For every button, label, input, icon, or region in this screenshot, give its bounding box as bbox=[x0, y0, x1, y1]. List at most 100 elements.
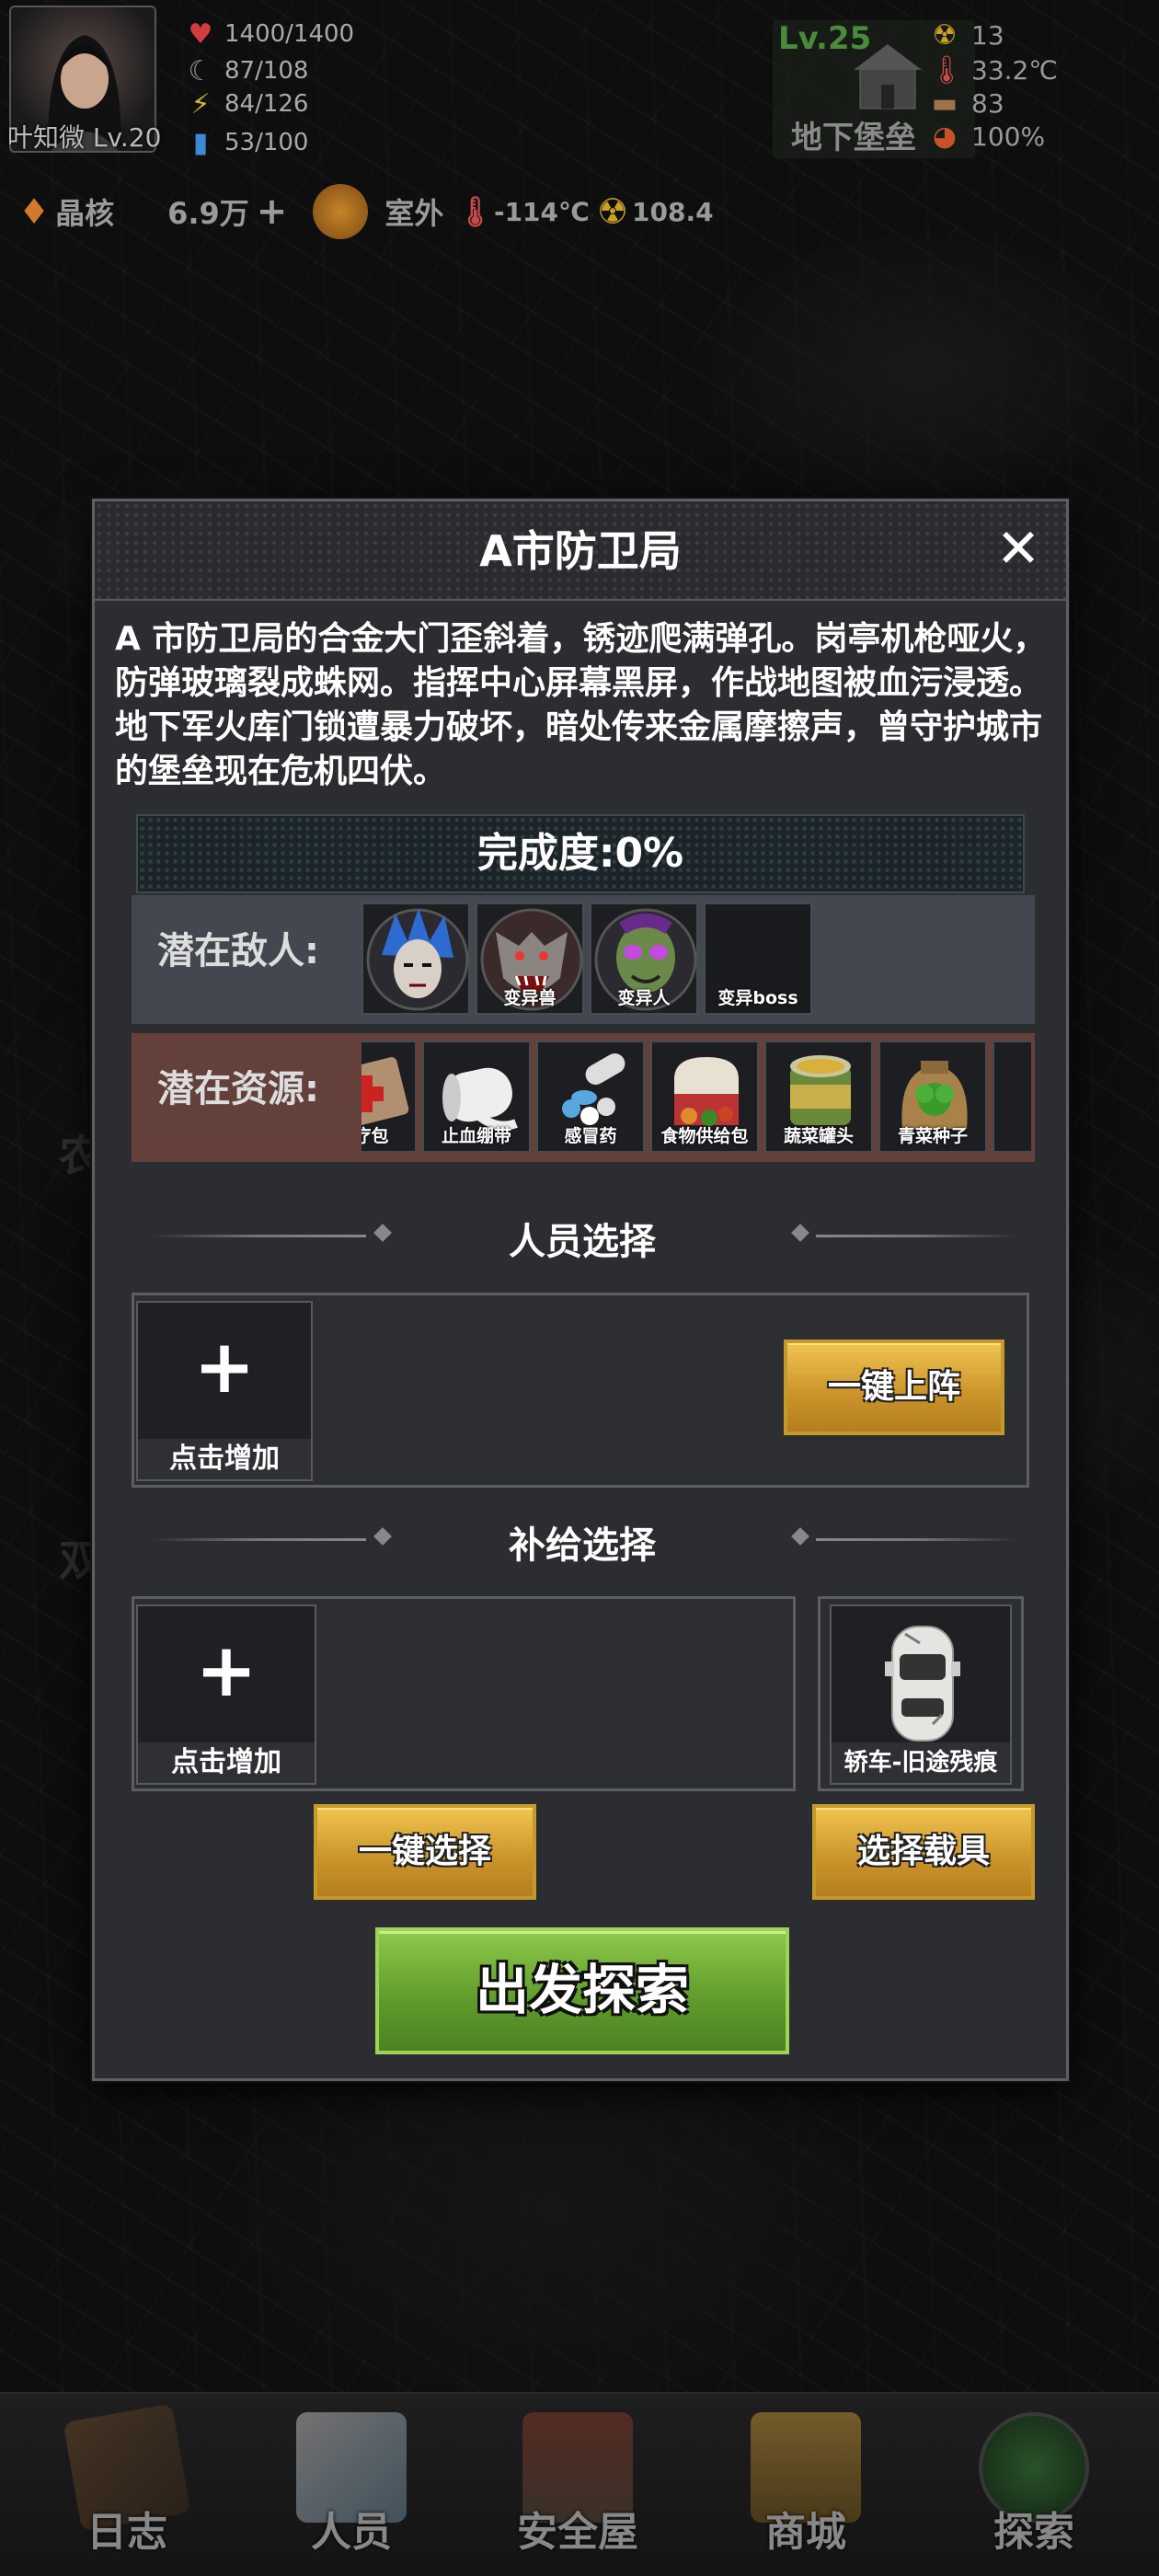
bunker-icon bbox=[854, 44, 922, 109]
add-crystal-icon[interactable]: + bbox=[257, 190, 288, 233]
depart-explore-button[interactable]: 出发探索 bbox=[375, 1927, 789, 2054]
thermometer-icon: 🌡 bbox=[929, 53, 965, 86]
select-vehicle-button[interactable]: 选择载具 bbox=[812, 1804, 1035, 1900]
personnel-panel: + 点击增加 一键上阵 bbox=[132, 1293, 1029, 1488]
nav-explore[interactable]: 探索 bbox=[951, 2412, 1117, 2569]
energy-stat: ⚡ 84/126 bbox=[184, 87, 308, 121]
nav-shop-label: 商城 bbox=[765, 2509, 846, 2556]
nav-personnel-label: 人员 bbox=[311, 2509, 392, 2556]
divider-line bbox=[816, 1538, 1018, 1541]
supply-panel: + 点击增加 bbox=[132, 1596, 796, 1791]
plus-icon: + bbox=[195, 1627, 258, 1713]
divider-line bbox=[816, 1235, 1018, 1237]
sedan-car-icon bbox=[885, 1626, 960, 1742]
completion-progress: 完成度:0% bbox=[136, 814, 1025, 893]
water-value: 53/100 bbox=[224, 129, 309, 156]
add-supply-slot[interactable]: + 点击增加 bbox=[136, 1604, 316, 1785]
energy-icon: ⚡ bbox=[190, 87, 211, 121]
resource-slot[interactable]: 青菜种子 bbox=[878, 1041, 987, 1153]
resource-name: 食物供给包 bbox=[660, 1126, 749, 1146]
bread-icon: ▬ bbox=[931, 86, 958, 120]
auto-select-button[interactable]: 一键选择 bbox=[314, 1804, 536, 1900]
supply-section-header: 补给选择 bbox=[150, 1512, 1018, 1567]
enemy-name: 变异boss bbox=[717, 988, 798, 1008]
personnel-section-header: 人员选择 bbox=[150, 1208, 1018, 1263]
enemies-label: 潜在敌人: bbox=[157, 930, 319, 972]
add-personnel-label: 点击增加 bbox=[138, 1439, 311, 1479]
pie-icon: ◕ bbox=[932, 120, 958, 153]
personnel-title: 人员选择 bbox=[509, 1221, 656, 1263]
auto-deploy-label: 一键上阵 bbox=[827, 1368, 960, 1406]
resource-slot[interactable] bbox=[993, 1041, 1031, 1153]
resource-name: 止血绷带 bbox=[441, 1126, 511, 1146]
thermometer-icon: 🌡 bbox=[456, 194, 494, 229]
player-name-level: 叶知微 Lv.20 bbox=[7, 122, 162, 153]
env-power-value: 100% bbox=[971, 121, 1046, 152]
radiation-icon: ☢ bbox=[932, 18, 958, 52]
nav-personnel[interactable]: 人员 bbox=[269, 2412, 434, 2569]
resource-slot[interactable]: 蔬菜罐头 bbox=[764, 1041, 873, 1153]
enemy-slot[interactable]: 变异boss bbox=[704, 903, 812, 1015]
potential-resources-row: 潜在资源: 医疗包 止血绷带 bbox=[132, 1033, 1035, 1162]
enemy-slot[interactable]: 变异人 bbox=[590, 903, 698, 1015]
enemy-name: 变异人 bbox=[617, 988, 671, 1008]
supply-title: 补给选择 bbox=[509, 1524, 656, 1567]
resource-slot[interactable]: 止血绷带 bbox=[422, 1041, 531, 1153]
nav-journal-label: 日志 bbox=[86, 2509, 167, 2556]
outdoor-radiation: 108.4 bbox=[632, 196, 714, 227]
outdoor-temperature: -114℃ bbox=[493, 196, 590, 227]
vehicle-panel[interactable]: 轿车-旧途残痕 bbox=[818, 1596, 1024, 1791]
bottom-navigation: 日志 人员 安全屋 商城 探索 bbox=[0, 2392, 1159, 2576]
resource-slot[interactable]: 医疗包 bbox=[361, 1041, 417, 1153]
resource-name: 医疗包 bbox=[361, 1126, 389, 1146]
water-icon: ▮ bbox=[192, 126, 209, 159]
modal-header: A市防卫局 ✕ bbox=[95, 501, 1066, 601]
resources-label: 潜在资源: bbox=[157, 1068, 319, 1110]
env-radiation: ☢ 13 bbox=[929, 18, 1004, 52]
location-description: A 市防卫局的合金大门歪斜着，锈迹爬满弹孔。岗亭机枪哑火，防弹玻璃裂成蛛网。指挥… bbox=[115, 620, 1047, 790]
enemy-slot[interactable]: 变异兽 bbox=[476, 903, 584, 1015]
hunger-value: 87/108 bbox=[224, 57, 309, 85]
nav-safehouse[interactable]: 安全屋 bbox=[495, 2412, 660, 2569]
potential-enemies-row: 潜在敌人: 变异兽 变异人 变异boss bbox=[132, 895, 1035, 1024]
nav-shop[interactable]: 商城 bbox=[723, 2412, 889, 2569]
depart-explore-label: 出发探索 bbox=[475, 1959, 689, 2021]
env-temperature-value: 33.2℃ bbox=[971, 54, 1058, 86]
modal-title: A市防卫局 bbox=[479, 526, 682, 576]
stomach-icon: ☾ bbox=[188, 54, 213, 87]
select-vehicle-label: 选择载具 bbox=[856, 1833, 990, 1870]
resource-slot[interactable]: 食物供给包 bbox=[650, 1041, 759, 1153]
env-power: ◕ 100% bbox=[929, 120, 1045, 153]
crystal-label: 晶核 bbox=[55, 196, 115, 231]
plus-icon: + bbox=[193, 1324, 256, 1409]
resource-bar: ♦ 晶核 6.9万 + 室外 🌡 -114℃ ☢ 108.4 bbox=[18, 182, 714, 241]
vehicle-slot[interactable]: 轿车-旧途残痕 bbox=[830, 1604, 1012, 1785]
add-personnel-slot[interactable]: + 点击增加 bbox=[136, 1301, 313, 1481]
close-icon[interactable]: ✕ bbox=[991, 522, 1046, 577]
env-radiation-value: 13 bbox=[971, 19, 1004, 51]
auto-select-label: 一键选择 bbox=[358, 1833, 491, 1870]
location-modal: A市防卫局 ✕ A 市防卫局的合金大门歪斜着，锈迹爬满弹孔。岗亭机枪哑火，防弹玻… bbox=[92, 499, 1069, 2081]
resource-name: 青菜种子 bbox=[897, 1126, 968, 1146]
water-stat: ▮ 53/100 bbox=[184, 126, 309, 159]
add-supply-label: 点击增加 bbox=[138, 1742, 315, 1783]
heart-icon: ♥ bbox=[188, 17, 213, 51]
nav-explore-label: 探索 bbox=[993, 2509, 1074, 2556]
resource-slot[interactable]: 感冒药 bbox=[536, 1041, 645, 1153]
health-stat: ♥ 1400/1400 bbox=[184, 17, 355, 51]
crystal-icon: ♦ bbox=[18, 191, 51, 232]
env-temperature: 🌡 33.2℃ bbox=[929, 53, 1058, 86]
enemy-name: 变异兽 bbox=[503, 988, 557, 1008]
location-label: 室外 bbox=[384, 196, 444, 231]
crystal-value: 6.9万 bbox=[167, 196, 249, 231]
nav-journal[interactable]: 日志 bbox=[44, 2403, 210, 2569]
top-hud: 叶知微 Lv.20 ♥ 1400/1400 ☾ 87/108 ⚡ 84/126 … bbox=[0, 0, 1159, 239]
auto-deploy-button[interactable]: 一键上阵 bbox=[784, 1340, 1004, 1435]
resource-name: 感冒药 bbox=[564, 1126, 617, 1146]
base-name: 地下堡垒 bbox=[791, 120, 916, 156]
hunger-stat: ☾ 87/108 bbox=[184, 54, 309, 87]
radiation-icon: ☢ bbox=[596, 191, 629, 232]
enemy-slot[interactable] bbox=[361, 903, 470, 1015]
nav-safehouse-label: 安全屋 bbox=[517, 2509, 638, 2556]
env-food: ▬ 83 bbox=[929, 86, 1004, 120]
